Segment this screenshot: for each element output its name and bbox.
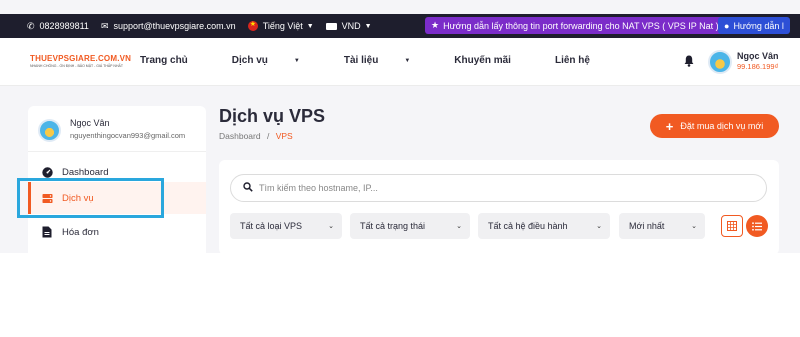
select-value: Tất cả hệ điều hành xyxy=(488,221,568,231)
list-icon xyxy=(752,221,762,231)
os-select[interactable]: Tất cả hệ điều hành ⌄ xyxy=(478,213,610,239)
sidebar-item-label: Hóa đơn xyxy=(62,226,99,238)
main-navbar: THUEVPSGIARE.COM.VN NHANH CHÓNG - ỔN ĐỊN… xyxy=(0,38,800,86)
phone-number: 0828989811 xyxy=(39,21,89,31)
language-label: Tiếng Việt xyxy=(262,21,303,31)
language-selector[interactable]: Tiếng Việt ▼ xyxy=(247,20,314,31)
nav-item-docs[interactable]: Tài liệu ▼ xyxy=(344,55,432,66)
email-contact[interactable]: ✉ support@thuevpsgiare.com.vn xyxy=(101,21,236,32)
chevron-down-icon: ▼ xyxy=(364,22,372,30)
avatar xyxy=(38,119,61,142)
announcement-link[interactable]: ★ Hướng dẫn lấy thông tin port forwardin… xyxy=(425,17,725,34)
currency-label: VND xyxy=(341,21,361,31)
user-menu[interactable]: Ngọc Vân 99.186.199₫ xyxy=(737,51,779,71)
nav-item-home[interactable]: Trang chủ xyxy=(140,55,210,66)
profile-email: nguyenthingocvan993@gmail.com xyxy=(70,131,186,140)
breadcrumb-separator: / xyxy=(266,131,270,141)
grid-view-button[interactable] xyxy=(721,215,743,237)
sidebar-item-invoices[interactable]: Hóa đơn xyxy=(28,216,206,248)
money-icon xyxy=(325,22,337,30)
top-bar: ✆ 0828989811 ✉ support@thuevpsgiare.com.… xyxy=(0,14,800,38)
breadcrumb-current: VPS xyxy=(275,131,293,141)
page-viewport: ✆ 0828989811 ✉ support@thuevpsgiare.com.… xyxy=(0,0,800,253)
chevron-down-icon: ⌄ xyxy=(456,223,462,230)
search-box[interactable] xyxy=(230,174,767,202)
announcement-text-2: Hướng dẫn l xyxy=(733,20,784,31)
vietnam-flag-icon xyxy=(247,20,258,31)
sidebar-item-label: Dashboard xyxy=(62,166,109,178)
order-new-service-button[interactable]: + Đặt mua dịch vụ mới xyxy=(650,114,779,138)
star-icon: ★ xyxy=(431,20,440,30)
avatar[interactable] xyxy=(708,50,732,74)
logo-text: THUEVPSGIARE.COM.VN xyxy=(30,54,132,63)
grid-icon xyxy=(727,221,737,231)
mail-icon: ✉ xyxy=(100,20,109,31)
currency-selector[interactable]: VND ▼ xyxy=(325,21,372,31)
phone-icon: ✆ xyxy=(27,20,35,31)
search-input[interactable] xyxy=(259,183,739,193)
phone-contact[interactable]: ✆ 0828989811 xyxy=(27,21,89,32)
chevron-down-icon: ▼ xyxy=(293,58,300,64)
list-view-button[interactable] xyxy=(746,215,768,237)
vps-type-select[interactable]: Tất cả loại VPS ⌄ xyxy=(230,213,342,239)
sidebar-profile: Ngọc Vân nguyenthingocvan993@gmail.com xyxy=(28,106,206,152)
status-select[interactable]: Tất cả trạng thái ⌄ xyxy=(350,213,470,239)
nav-item-contact[interactable]: Liên hệ xyxy=(555,55,612,66)
plus-icon: + xyxy=(665,118,674,134)
select-value: Tất cả loại VPS xyxy=(240,221,303,231)
chevron-down-icon: ⌄ xyxy=(691,223,697,230)
chevron-down-icon: ▼ xyxy=(404,58,411,64)
select-value: Tất cả trạng thái xyxy=(360,221,426,231)
support-email: support@thuevpsgiare.com.vn xyxy=(113,21,236,31)
chevron-down-icon: ⌄ xyxy=(596,223,602,230)
highlight-box xyxy=(17,178,164,218)
select-value: Mới nhất xyxy=(629,221,665,231)
chevron-down-icon: ▼ xyxy=(306,22,314,30)
chevron-down-icon: ⌄ xyxy=(328,223,334,230)
logo-tagline: NHANH CHÓNG - ỔN ĐỊNH - BẢO MẬT - GIÁ TH… xyxy=(30,64,123,68)
breadcrumb-dashboard[interactable]: Dashboard xyxy=(219,131,261,141)
filter-card: Tất cả loại VPS ⌄ Tất cả trạng thái ⌄ Tấ… xyxy=(219,160,779,253)
bell-icon[interactable] xyxy=(684,55,694,67)
nav-menu: Trang chủ Dịch vụ ▼ Tài liệu ▼ Khuyến mãi … xyxy=(140,55,634,66)
announcement-text: Hướng dẫn lấy thông tin port forwarding … xyxy=(443,20,719,31)
order-button-label: Đặt mua dịch vụ mới xyxy=(680,121,764,131)
nav-item-promotions[interactable]: Khuyến mãi xyxy=(454,55,533,66)
user-balance: 99.186.199₫ xyxy=(737,62,779,71)
dashboard-icon xyxy=(41,166,53,178)
user-name: Ngọc Vân xyxy=(737,51,779,61)
search-icon xyxy=(243,179,253,197)
announcement-link-2[interactable]: ● Hướng dẫn l xyxy=(718,17,790,34)
sort-select[interactable]: Mới nhất ⌄ xyxy=(619,213,705,239)
breadcrumb: Dashboard / VPS xyxy=(219,131,293,141)
nav-item-services[interactable]: Dịch vụ ▼ xyxy=(232,55,322,66)
info-icon: ● xyxy=(724,20,730,31)
profile-name: Ngọc Vân xyxy=(70,118,110,128)
page-title: Dịch vụ VPS xyxy=(219,106,326,126)
invoice-icon xyxy=(41,226,53,238)
site-logo[interactable]: THUEVPSGIARE.COM.VN NHANH CHÓNG - ỔN ĐỊN… xyxy=(30,54,132,68)
